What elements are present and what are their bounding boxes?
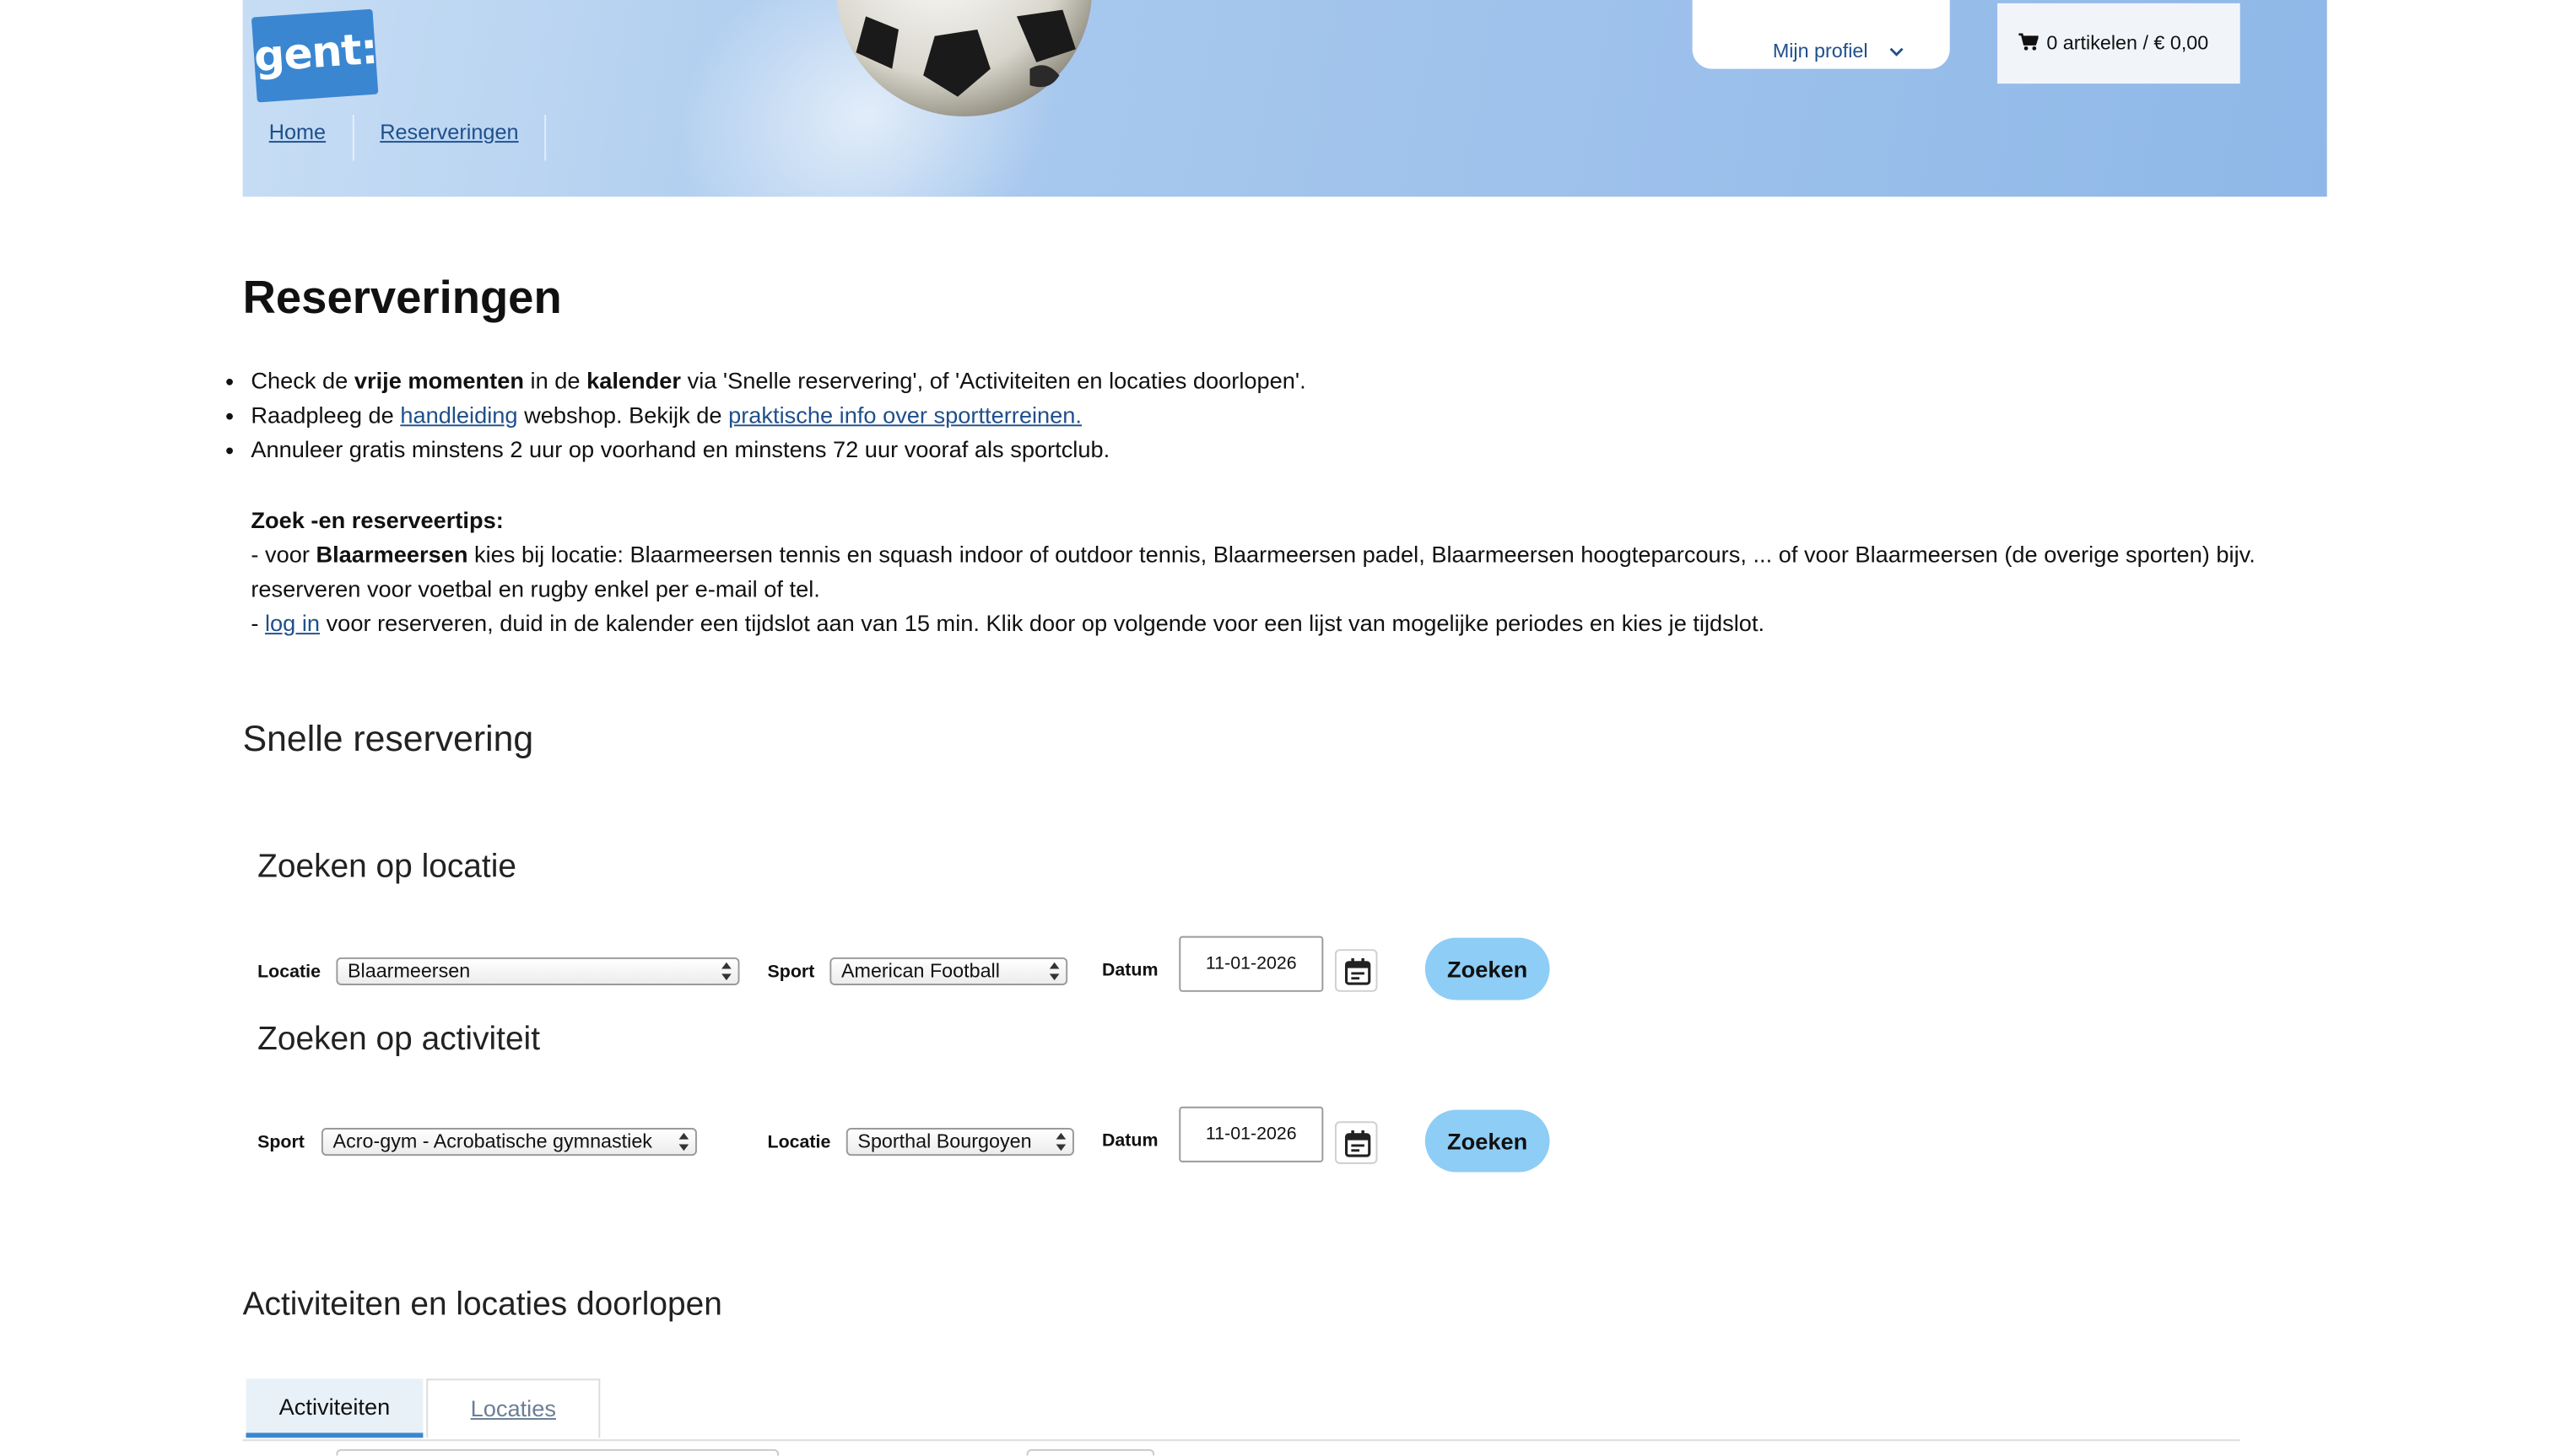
activity-calendar-button[interactable]	[1334, 1121, 1378, 1164]
select-arrows-icon	[721, 962, 732, 981]
zoeken-activiteit-button[interactable]: Zoeken	[1424, 1109, 1550, 1173]
breadcrumb-reserveringen[interactable]: Reserveringen	[354, 115, 547, 161]
sport-select[interactable]: American Football	[829, 957, 1068, 985]
calendar-icon	[1344, 1130, 1371, 1157]
intro-item: Annuleer gratis minstens 2 uur op voorha…	[251, 433, 1305, 467]
section-title-snelle-reservering: Snelle reservering	[242, 718, 534, 759]
page: gent: Home Reserveringen Mijn profiel 0 …	[0, 0, 2550, 1456]
cart-label: 0 artikelen / € 0,00	[2046, 30, 2209, 55]
reservation-tips: Zoek -en reserveertips: - voor Blaarmeer…	[251, 504, 2267, 641]
intro-list: Check de vrije momenten in de kalender v…	[223, 364, 1305, 466]
breadcrumb: Home Reserveringen	[243, 115, 547, 161]
gent-logo[interactable]: gent:	[251, 8, 379, 103]
page-title: Reserveringen	[242, 272, 562, 323]
browse-select-partial[interactable]	[1026, 1448, 1155, 1456]
tab-activiteiten[interactable]: Activiteiten	[246, 1378, 424, 1438]
browse-select-partial[interactable]	[336, 1448, 780, 1456]
activity-location-select[interactable]: Sporthal Bourgoyen	[845, 1128, 1074, 1157]
tips-line: - log in voor reserveren, duid in de kal…	[251, 609, 1765, 637]
profile-menu[interactable]: Mijn profiel	[1692, 0, 1950, 69]
date-label: Datum	[1101, 960, 1159, 981]
praktische-info-link[interactable]: praktische info over sportterreinen.	[728, 402, 1082, 428]
tab-locaties[interactable]: Locaties	[426, 1378, 601, 1438]
login-link[interactable]: log in	[265, 610, 320, 636]
browse-tabs: Activiteiten Locaties	[242, 1377, 2240, 1442]
section-title-doorlopen: Activiteiten en locaties doorlopen	[242, 1286, 722, 1324]
activity-sport-label: Sport	[257, 1132, 305, 1153]
profile-label: Mijn profiel	[1772, 39, 1868, 62]
location-select[interactable]: Blaarmeersen	[336, 957, 740, 985]
section-title-zoeken-activiteit: Zoeken op activiteit	[257, 1021, 541, 1058]
select-arrows-icon	[678, 1132, 689, 1151]
calendar-button[interactable]	[1334, 949, 1378, 992]
section-title-zoeken-locatie: Zoeken op locatie	[257, 849, 516, 886]
date-input[interactable]: 11-01-2026	[1179, 936, 1324, 992]
calendar-icon	[1344, 957, 1371, 985]
select-arrows-icon	[1049, 962, 1060, 981]
breadcrumb-home[interactable]: Home	[243, 115, 354, 161]
activity-date-label: Datum	[1101, 1130, 1159, 1151]
tips-heading: Zoek -en reserveertips:	[251, 506, 504, 533]
handleiding-link[interactable]: handleiding	[400, 402, 517, 428]
tips-line: - voor Blaarmeersen kies bij locatie: Bl…	[251, 541, 2256, 602]
activity-location-label: Locatie	[767, 1132, 831, 1153]
header-banner: gent: Home Reserveringen Mijn profiel 0 …	[242, 0, 2327, 197]
soccer-ball-image	[836, 0, 1092, 116]
intro-item: Raadpleeg de handleiding webshop. Bekijk…	[251, 398, 1305, 433]
cart-button[interactable]: 0 artikelen / € 0,00	[1997, 3, 2240, 84]
location-label: Locatie	[257, 962, 321, 983]
chevron-down-icon	[1889, 47, 1904, 57]
activity-sport-select[interactable]: Acro-gym - Acrobatische gymnastiek	[321, 1128, 697, 1157]
cart-icon	[2018, 33, 2039, 51]
select-arrows-icon	[1056, 1132, 1067, 1151]
activity-date-input[interactable]: 11-01-2026	[1179, 1106, 1324, 1162]
zoeken-locatie-button[interactable]: Zoeken	[1424, 937, 1550, 1000]
intro-item: Check de vrije momenten in de kalender v…	[251, 364, 1305, 398]
sport-label: Sport	[767, 962, 815, 983]
